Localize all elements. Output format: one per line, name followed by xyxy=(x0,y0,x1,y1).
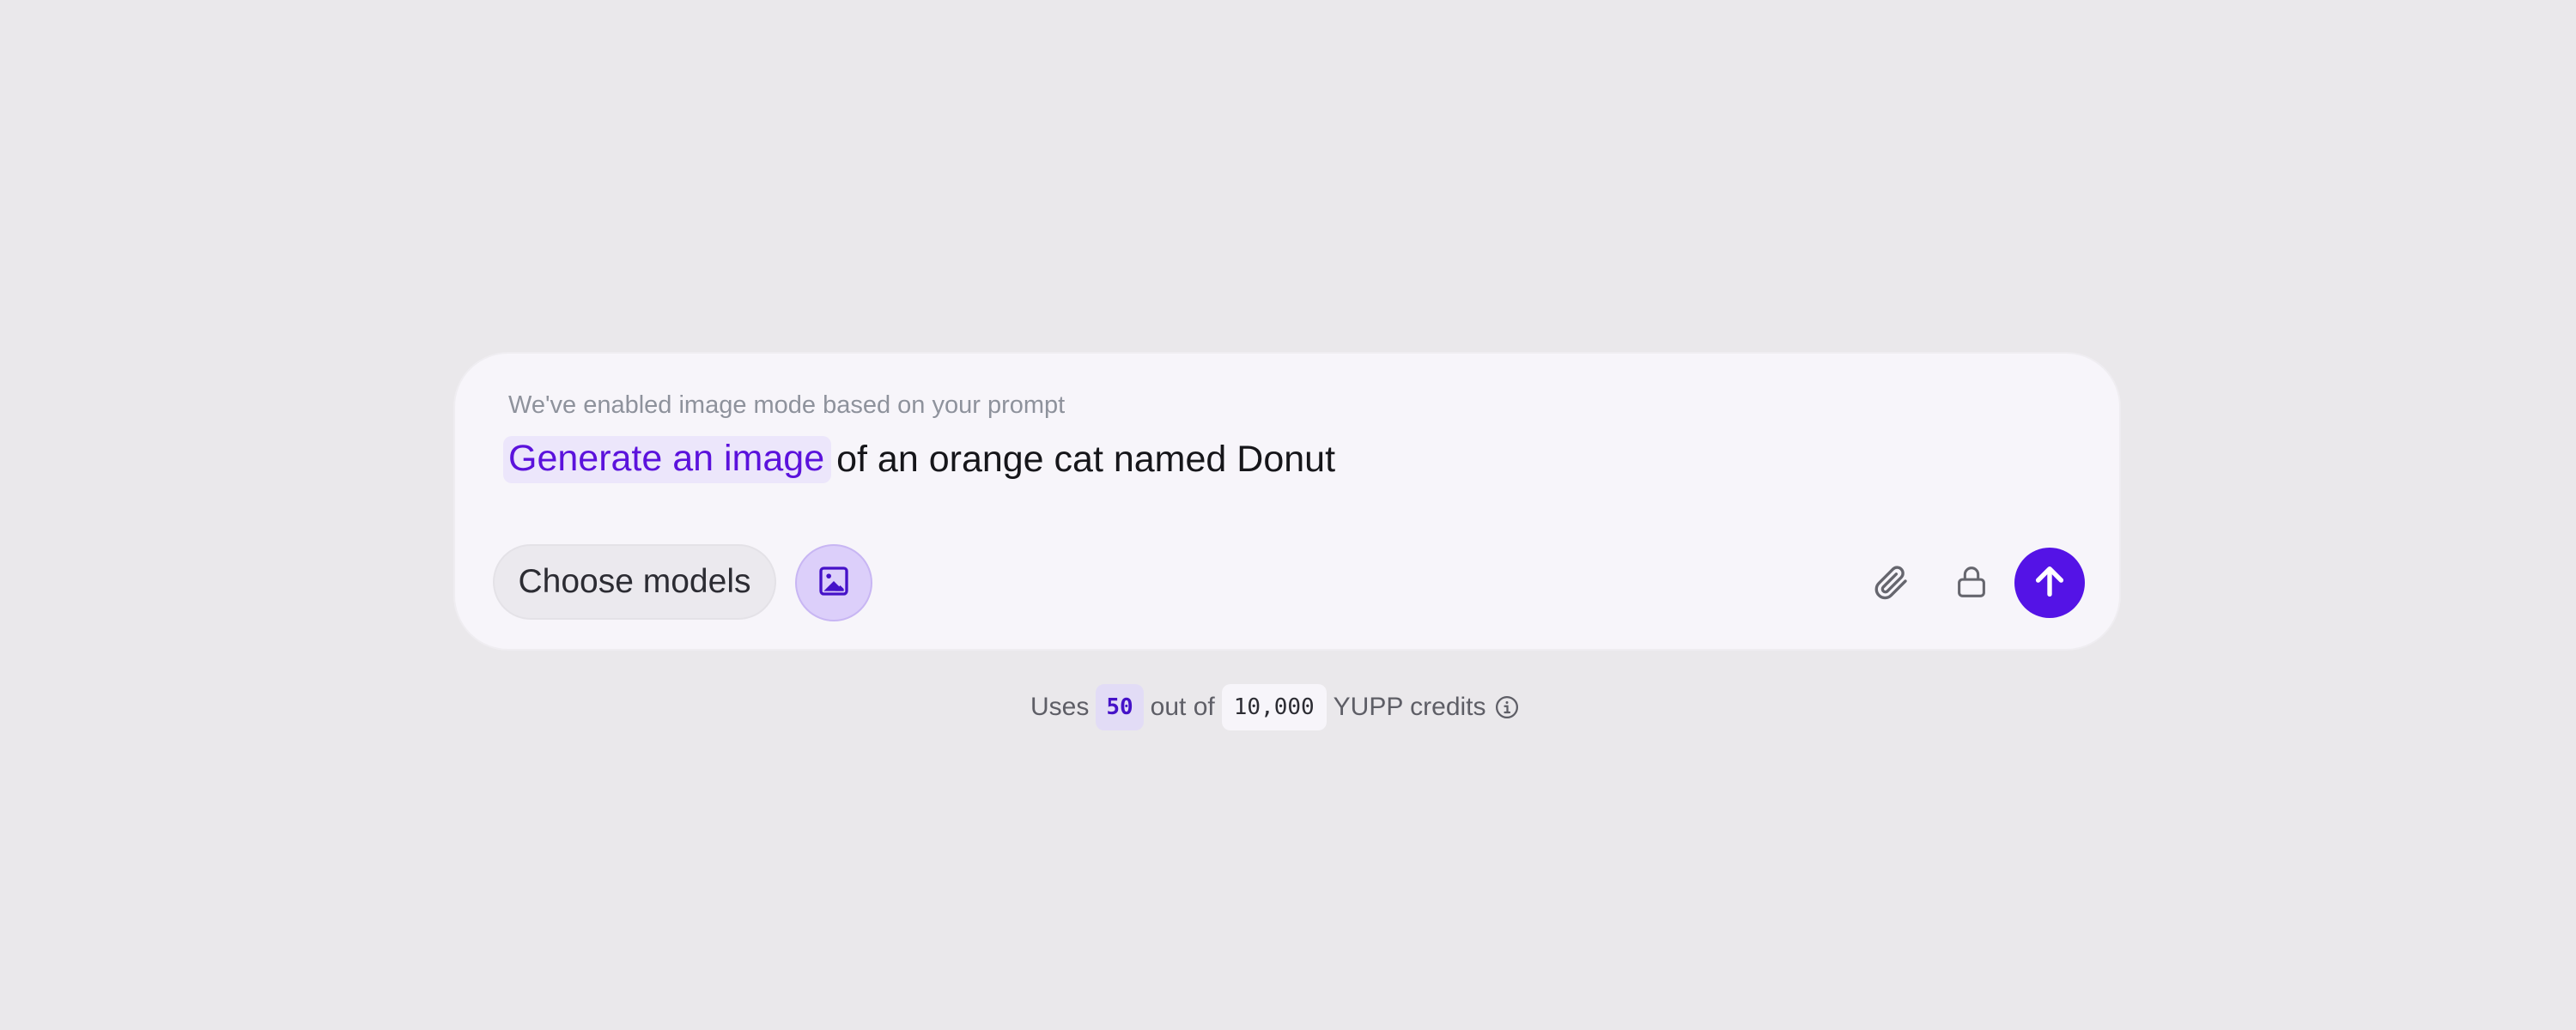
prompt-composer: We've enabled image mode based on your p… xyxy=(453,352,2121,651)
image-icon xyxy=(817,564,851,603)
credits-prefix: Uses xyxy=(1030,693,1090,721)
image-mode-keyword: Generate an image xyxy=(503,436,832,483)
choose-models-button[interactable]: Choose models xyxy=(493,544,776,620)
image-mode-button[interactable] xyxy=(795,544,872,621)
credits-suffix: YUPP credits xyxy=(1333,693,1486,721)
credits-middle: out of xyxy=(1150,693,1215,721)
credits-total-badge: 10,000 xyxy=(1221,684,1327,730)
lock-icon xyxy=(1952,562,1991,606)
credits-usage: Uses 50 out of 10,000 YUPP credits xyxy=(1030,683,1521,731)
credits-used-badge: 50 xyxy=(1096,684,1144,730)
image-mode-hint: We've enabled image mode based on your p… xyxy=(508,391,1066,419)
info-icon[interactable] xyxy=(1493,694,1521,721)
attach-file-button[interactable] xyxy=(1863,556,1918,611)
private-mode-button[interactable] xyxy=(1944,556,1999,611)
prompt-input[interactable]: Generate an image of an orange cat named… xyxy=(503,436,1335,483)
prompt-text: of an orange cat named Donut xyxy=(836,439,1336,480)
paperclip-icon xyxy=(1870,561,1911,607)
send-button[interactable] xyxy=(2014,548,2085,618)
arrow-up-icon xyxy=(2030,561,2069,605)
